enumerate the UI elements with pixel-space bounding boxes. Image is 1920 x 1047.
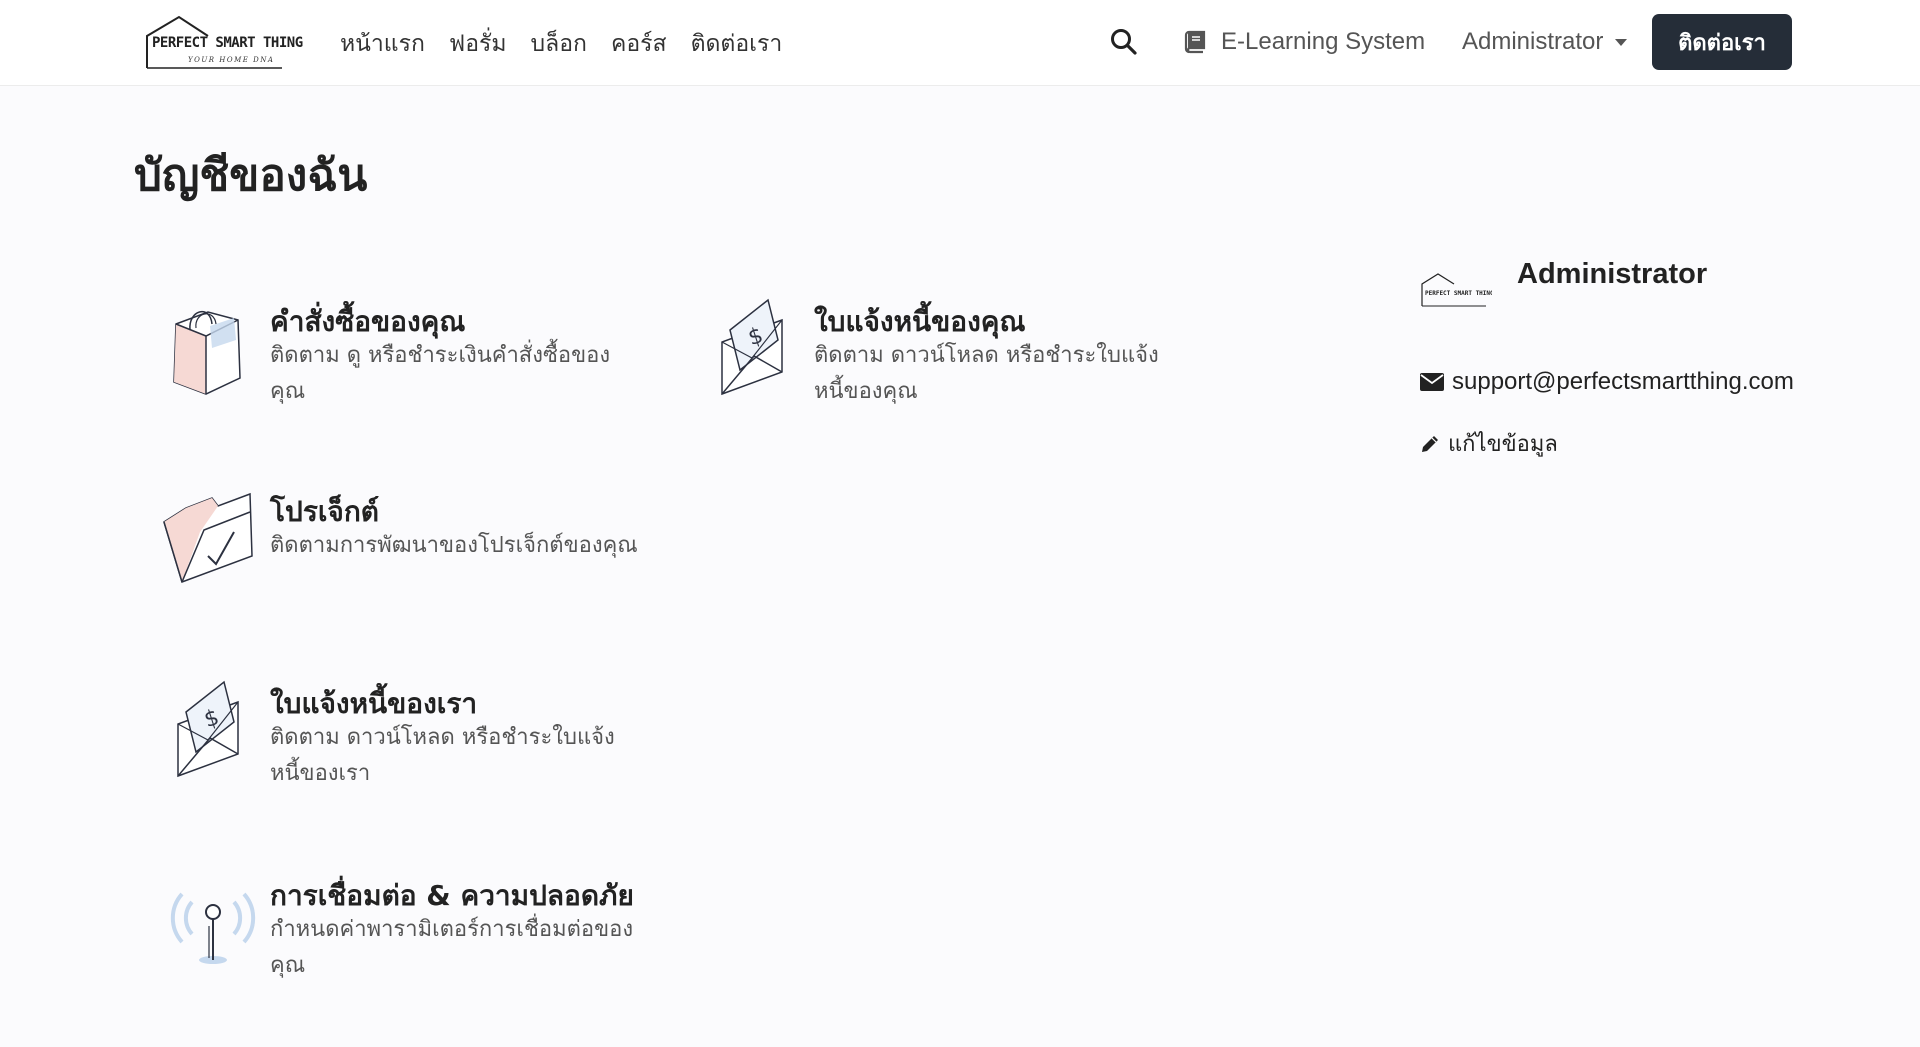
- elearning-label: E-Learning System: [1221, 28, 1426, 55]
- navbar: PERFECT SMART THING YOUR HOME DNA หน้าแร…: [0, 0, 1920, 86]
- nav-course[interactable]: คอร์ส: [611, 26, 667, 62]
- logo-text: PERFECT SMART THING: [152, 35, 303, 51]
- user-menu-label: Administrator: [1462, 28, 1604, 55]
- user-menu-dropdown[interactable]: Administrator: [1462, 28, 1628, 56]
- caret-down-icon: [1615, 38, 1628, 46]
- profile-avatar: PERFECT SMART THING: [1420, 272, 1494, 308]
- card-description: กำหนดค่าพารามิเตอร์การเชื่อมต่อของคุณ: [270, 917, 634, 978]
- card-orders[interactable]: คำสั่งซื้อของคุณ ติดตาม ดู หรือชำระเงินค…: [160, 296, 680, 426]
- logo-tagline: YOUR HOME DNA: [188, 56, 275, 64]
- envelope-icon: [1420, 373, 1444, 391]
- profile-email: support@perfectsmartthing.com: [1420, 368, 1794, 396]
- email-text: support@perfectsmartthing.com: [1452, 368, 1794, 395]
- pencil-icon: [1422, 435, 1438, 452]
- card-description: ติดตาม ดู หรือชำระเงินคำสั่งซื้อของคุณ: [270, 343, 611, 404]
- nav-contact[interactable]: ติดต่อเรา: [691, 26, 783, 62]
- elearning-link[interactable]: E-Learning System: [1183, 28, 1425, 56]
- contact-button[interactable]: ติดต่อเรา: [1652, 14, 1792, 70]
- antenna-icon: [160, 870, 260, 980]
- page-title: บัญชีของฉัน: [134, 150, 368, 201]
- card-our-invoices[interactable]: $ ใบแจ้งหนี้ของเรา ติดตาม ดาวน์โหลด หรือ…: [160, 678, 680, 808]
- card-your-invoices[interactable]: $ ใบแจ้งหนี้ของคุณ ติดตาม ดาวน์โหลด หรือ…: [704, 296, 1224, 426]
- edit-profile-label: แก้ไขข้อมูล: [1448, 432, 1558, 457]
- shopping-bag-icon: [160, 296, 260, 406]
- book-icon: [1184, 30, 1206, 54]
- invoice-envelope-icon: $: [704, 296, 804, 406]
- nav-forum[interactable]: ฟอรั่ม: [449, 26, 507, 62]
- folder-check-icon: [160, 486, 260, 596]
- card-description: ติดตามการพัฒนาของโปรเจ็กต์ของคุณ: [270, 533, 638, 558]
- search-icon[interactable]: [1110, 28, 1138, 56]
- card-description: ติดตาม ดาวน์โหลด หรือชำระใบแจ้งหนี้ของเร…: [270, 725, 615, 786]
- card-projects[interactable]: โปรเจ็กต์ ติดตามการพัฒนาของโปรเจ็กต์ของค…: [160, 486, 680, 616]
- nav-home[interactable]: หน้าแรก: [340, 26, 425, 62]
- nav-blog[interactable]: บล็อก: [531, 26, 587, 62]
- site-logo[interactable]: PERFECT SMART THING YOUR HOME DNA: [144, 14, 303, 70]
- edit-profile-link[interactable]: แก้ไขข้อมูล: [1420, 426, 1558, 461]
- main-nav: หน้าแรก ฟอรั่ม บล็อก คอร์ส ติดต่อเรา: [340, 26, 782, 62]
- svg-text:PERFECT SMART THING: PERFECT SMART THING: [1425, 290, 1492, 297]
- profile-name: Administrator: [1517, 258, 1708, 290]
- card-connection-security[interactable]: การเชื่อมต่อ & ความปลอดภัย กำหนดค่าพาราม…: [160, 870, 680, 1000]
- invoice-envelope-icon: $: [160, 678, 260, 788]
- card-description: ติดตาม ดาวน์โหลด หรือชำระใบแจ้งหนี้ของคุ…: [814, 343, 1159, 404]
